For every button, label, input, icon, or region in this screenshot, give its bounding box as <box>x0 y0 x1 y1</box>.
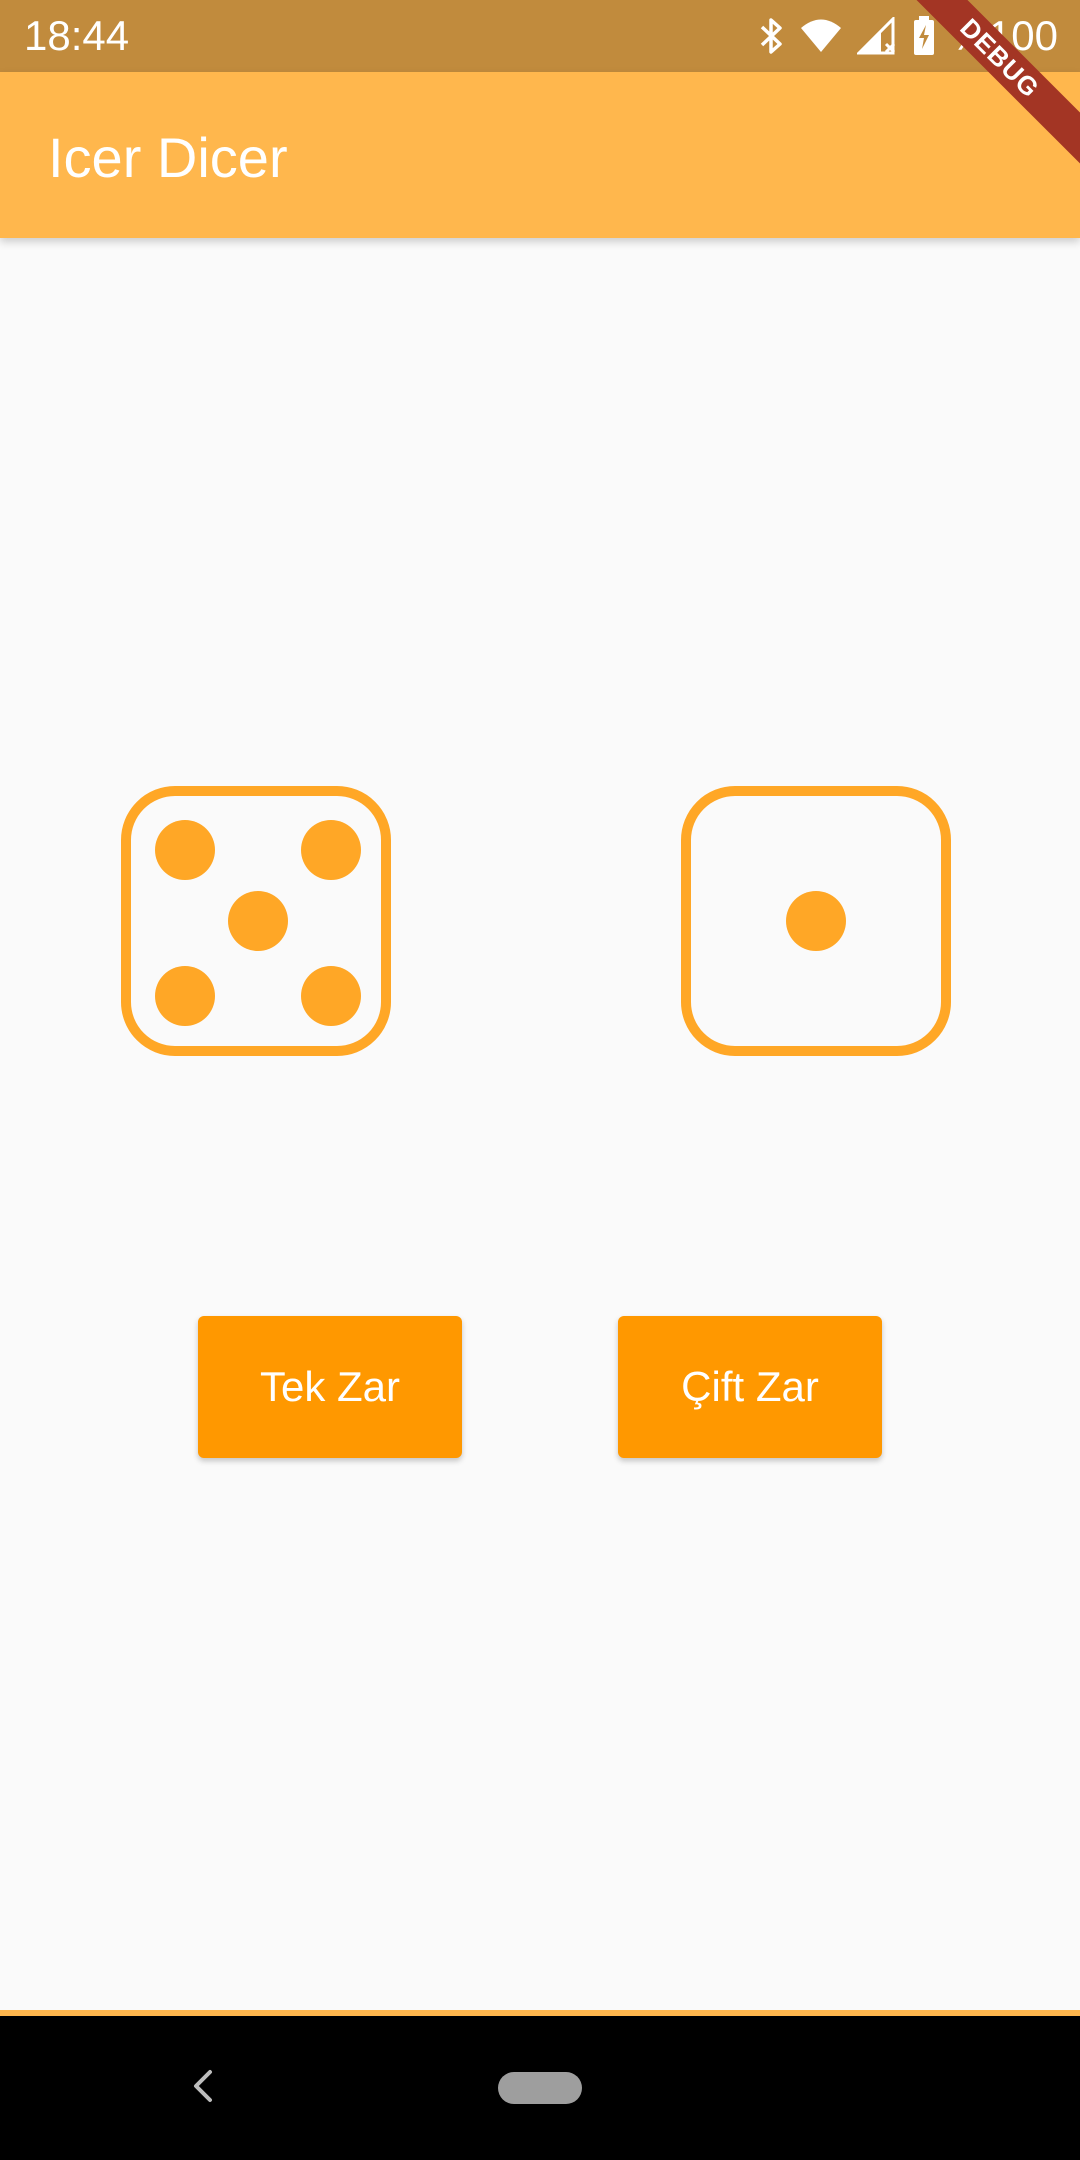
back-icon[interactable] <box>190 2068 214 2109</box>
die-pip <box>301 966 361 1026</box>
die-pip <box>228 891 288 951</box>
status-time: 18:44 <box>24 12 130 59</box>
bluetooth-icon <box>759 16 785 56</box>
battery-charging-icon <box>913 16 935 56</box>
right-die <box>681 786 951 1056</box>
app-title: Icer Dicer <box>48 126 288 189</box>
left-die <box>121 786 391 1056</box>
navigation-bar <box>0 2016 1080 2160</box>
wifi-icon <box>800 19 841 53</box>
die-pip <box>155 820 215 880</box>
single-die-button[interactable]: Tek Zar <box>198 1316 462 1458</box>
app-bar: Icer Dicer <box>0 72 1080 238</box>
die-pip <box>155 966 215 1026</box>
die-pip <box>301 820 361 880</box>
die-pip <box>786 891 846 951</box>
home-pill-icon[interactable] <box>498 2072 582 2104</box>
status-bar: 18:44 %100 <box>0 0 1080 72</box>
cell-signal-icon <box>856 17 897 55</box>
double-dice-button[interactable]: Çift Zar <box>618 1316 882 1458</box>
